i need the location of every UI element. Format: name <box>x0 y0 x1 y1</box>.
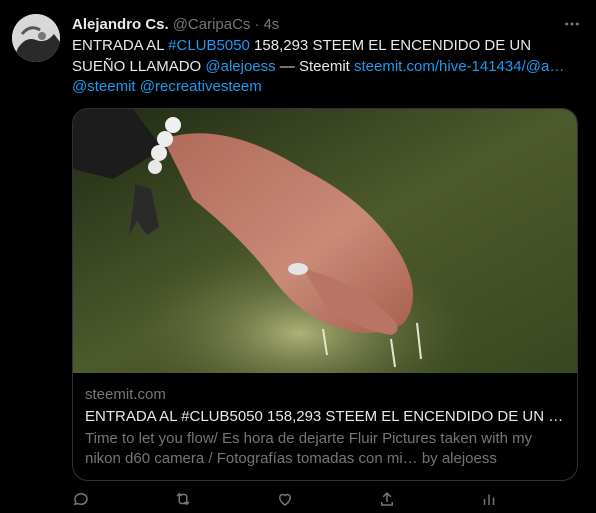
avatar[interactable] <box>12 14 60 62</box>
tweet-text: ENTRADA AL #CLUB5050 158,293 STEEM EL EN… <box>72 36 584 98</box>
card-image <box>73 109 577 373</box>
like-icon[interactable] <box>276 490 296 510</box>
hashtag-link[interactable]: #CLUB5050 <box>168 37 250 54</box>
more-icon[interactable] <box>560 12 584 36</box>
card-title: ENTRADA AL #CLUB5050 158,293 STEEM EL EN… <box>85 408 565 425</box>
author-name[interactable]: Alejandro Cs. <box>72 16 169 33</box>
link-card[interactable]: steemit.com ENTRADA AL #CLUB5050 158,293… <box>72 108 578 481</box>
card-domain: steemit.com <box>85 386 166 403</box>
reply-icon[interactable] <box>72 490 92 510</box>
retweet-icon[interactable] <box>174 490 194 510</box>
text-part: — Steemit <box>275 57 354 75</box>
card-description: Time to let you flow/ Es hora de dejarte… <box>85 430 533 467</box>
card-body: steemit.com ENTRADA AL #CLUB5050 158,293… <box>73 373 577 480</box>
mention-link[interactable]: @alejoess <box>205 58 275 75</box>
analytics-icon[interactable] <box>480 490 500 510</box>
share-icon[interactable] <box>378 490 398 510</box>
tweet-header: Alejandro Cs. @CaripaCs · 4s <box>72 14 279 34</box>
mention-link[interactable]: @recreativesteem <box>140 78 262 95</box>
separator: · <box>254 15 260 33</box>
text-part: ENTRADA AL <box>72 37 169 54</box>
mention-link[interactable]: @steemit <box>72 78 136 95</box>
action-bar <box>72 490 584 510</box>
timestamp[interactable]: 4s <box>263 16 279 33</box>
tweet[interactable]: Alejandro Cs. @CaripaCs · 4s ENTRADA AL … <box>0 0 596 510</box>
url-link[interactable]: steemit.com/hive-141434/@a… <box>354 58 564 75</box>
author-handle[interactable]: @CaripaCs <box>173 16 251 33</box>
